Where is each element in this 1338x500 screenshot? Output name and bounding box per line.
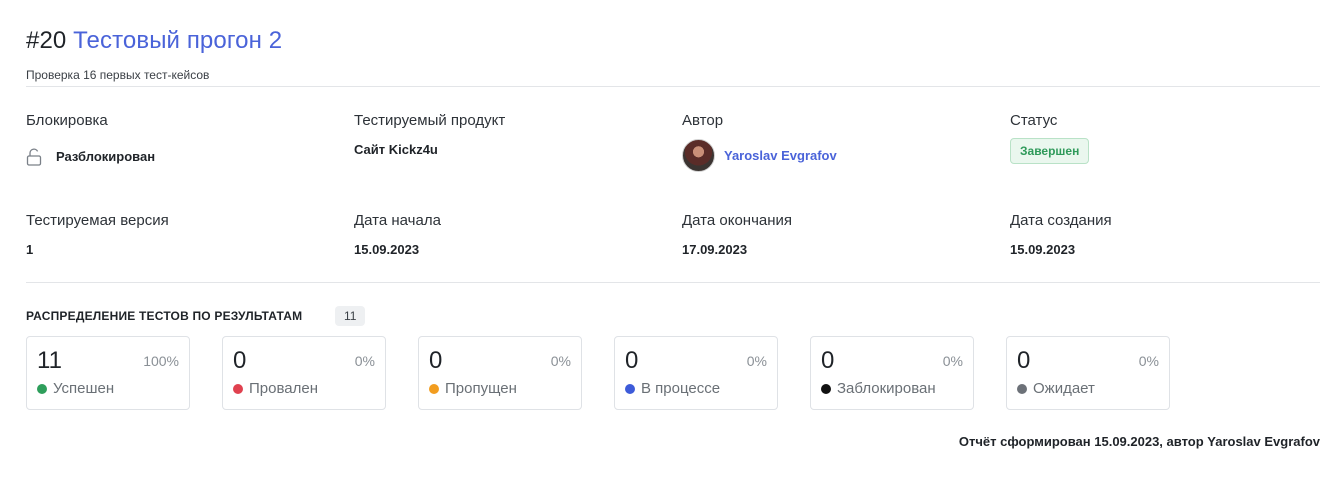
created-date-value: 15.09.2023 — [1010, 242, 1076, 257]
result-card-pending[interactable]: 0 0% Ожидает — [1006, 336, 1170, 410]
result-percent: 0% — [746, 353, 767, 369]
result-cards: 11 100% Успешен 0 0% Провален 0 0% Пропу… — [26, 336, 1202, 410]
end-date-label: Дата окончания — [682, 212, 793, 229]
result-label: Заблокирован — [837, 380, 936, 397]
page-header: #20 Тестовый прогон 2 — [26, 26, 282, 56]
end-date-field: Дата окончания 17.09.2023 — [682, 212, 982, 258]
avatar[interactable] — [682, 139, 715, 172]
result-card-blocked[interactable]: 0 0% Заблокирован — [810, 336, 974, 410]
start-date-field: Дата начала 15.09.2023 — [354, 212, 654, 258]
result-card-skipped[interactable]: 0 0% Пропущен — [418, 336, 582, 410]
product-value: Сайт Kickz4u — [354, 142, 438, 157]
divider — [26, 86, 1320, 87]
version-value: 1 — [26, 242, 34, 257]
status-label: Статус — [1010, 112, 1058, 129]
start-date-label: Дата начала — [354, 212, 441, 229]
status-dot-icon — [233, 383, 243, 394]
result-count: 0 — [625, 347, 639, 374]
result-percent: 0% — [1138, 353, 1159, 369]
status-dot-icon — [821, 383, 831, 394]
result-count: 0 — [429, 347, 443, 374]
result-percent: 0% — [942, 353, 963, 369]
author-link[interactable]: Yaroslav Evgrafov — [724, 148, 837, 163]
status-dot-icon — [429, 383, 439, 394]
result-label: Успешен — [53, 380, 115, 397]
status-dot-icon — [37, 383, 47, 394]
result-percent: 0% — [354, 353, 375, 369]
divider — [26, 282, 1320, 283]
run-title: Тестовый прогон 2 — [73, 27, 283, 54]
result-label: Провален — [249, 380, 318, 397]
result-percent: 0% — [550, 353, 571, 369]
product-field: Тестируемый продукт Сайт Kickz4u — [354, 112, 654, 158]
result-label: Ожидает — [1033, 380, 1095, 397]
result-count: 0 — [233, 347, 247, 374]
status-field: Статус Завершен — [1010, 112, 1310, 164]
created-date-field: Дата создания 15.09.2023 — [1010, 212, 1310, 258]
page-title: #20 Тестовый прогон 2 — [26, 26, 282, 56]
result-count: 0 — [1017, 347, 1031, 374]
result-percent: 100% — [143, 353, 179, 369]
run-number: #20 — [26, 27, 67, 54]
report-footer: Отчёт сформирован 15.09.2023, автор Yaro… — [958, 434, 1320, 449]
result-card-passed[interactable]: 11 100% Успешен — [26, 336, 190, 410]
run-description: Проверка 16 первых тест-кейсов — [26, 68, 210, 82]
distribution-title: РАСПРЕДЕЛЕНИЕ ТЕСТОВ ПО РЕЗУЛЬТАТАМ — [26, 309, 303, 323]
author-label: Автор — [682, 112, 724, 129]
version-field: Тестируемая версия 1 — [26, 212, 326, 258]
product-label: Тестируемый продукт — [354, 112, 506, 129]
start-date-value: 15.09.2023 — [354, 242, 420, 257]
result-label: Пропущен — [445, 380, 517, 397]
author-field: Автор Yaroslav Evgrafov — [682, 112, 982, 172]
result-count: 11 — [37, 347, 62, 374]
distribution-count-badge: 11 — [335, 306, 366, 326]
result-label: В процессе — [641, 380, 721, 397]
result-card-in-progress[interactable]: 0 0% В процессе — [614, 336, 778, 410]
lock-field: Блокировка Разблокирован — [26, 112, 326, 166]
status-dot-icon — [625, 383, 635, 394]
status-dot-icon — [1017, 383, 1027, 394]
unlock-icon[interactable] — [26, 148, 42, 166]
status-badge: Завершен — [1010, 138, 1090, 164]
result-count: 0 — [821, 347, 835, 374]
result-card-failed[interactable]: 0 0% Провален — [222, 336, 386, 410]
lock-value: Разблокирован — [56, 149, 156, 164]
version-label: Тестируемая версия — [26, 212, 169, 229]
end-date-value: 17.09.2023 — [682, 242, 748, 257]
lock-label: Блокировка — [26, 112, 108, 129]
created-date-label: Дата создания — [1010, 212, 1112, 229]
